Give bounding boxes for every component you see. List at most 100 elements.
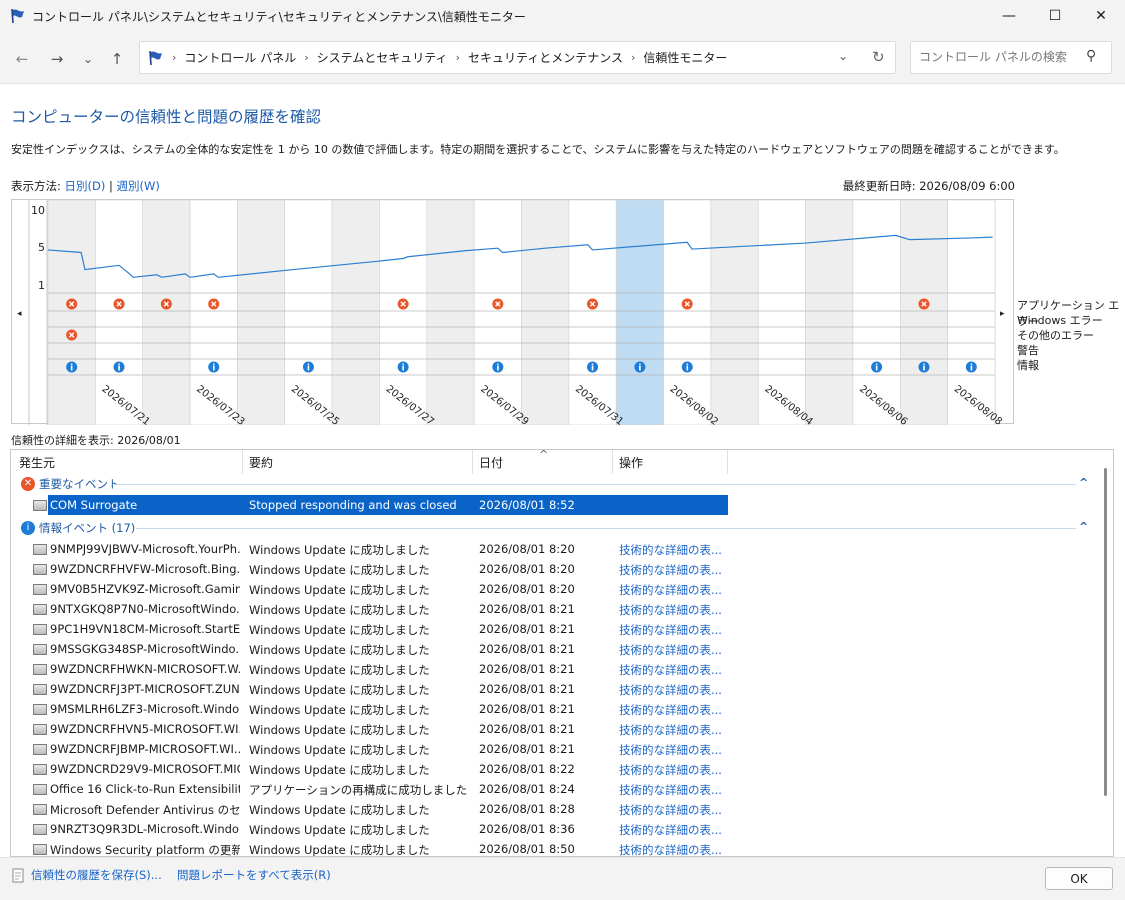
ok-button[interactable]: OK	[1045, 867, 1113, 890]
forward-button[interactable]: →	[46, 48, 68, 70]
column-summary[interactable]: 要約	[249, 454, 273, 471]
collapse-critical-icon[interactable]: ^	[1079, 476, 1088, 489]
table-row[interactable]: 9NTXGKQ8P7N0-MicrosoftWindo... Windows Up…	[31, 599, 1091, 619]
day-column[interactable]	[710, 200, 759, 425]
day-column[interactable]	[521, 200, 570, 425]
row-action[interactable]: 技術的な詳細の表...	[619, 742, 722, 758]
chevron-right-icon[interactable]: ›	[456, 51, 460, 64]
day-column[interactable]	[331, 200, 380, 425]
day-column[interactable]	[142, 200, 191, 425]
application-icon	[33, 784, 47, 795]
table-row[interactable]: 9WZDNCRFHWKN-MICROSOFT.W... Windows Updat…	[31, 659, 1091, 679]
event-list[interactable]: 発生元 要約 日付 ^ 操作 ✕ 重要なイベント ^ COM Surrogate…	[10, 449, 1114, 857]
chevron-right-icon[interactable]: ›	[172, 51, 176, 64]
legend-windows-errors: Windows エラー	[1017, 314, 1103, 327]
page-title: コンピューターの信頼性と問題の履歴を確認	[11, 108, 322, 126]
address-dropdown-icon[interactable]: ⌄	[838, 49, 848, 63]
recent-locations-button[interactable]: ⌄	[77, 48, 99, 70]
breadcrumb-system-security[interactable]: システムとセキュリティ	[317, 49, 448, 66]
critical-events-group[interactable]: ✕ 重要なイベント ^	[21, 474, 1096, 494]
row-action[interactable]: 技術的な詳細の表...	[619, 562, 722, 578]
view-weekly-link[interactable]: 週別(W)	[117, 179, 160, 193]
view-all-reports-link[interactable]: 問題レポートをすべて表示(R)	[177, 867, 331, 883]
table-row[interactable]: 9WZDNCRFJBMP-MICROSOFT.WI... Windows Upda…	[31, 739, 1091, 759]
svg-text:i: i	[118, 364, 121, 374]
table-row[interactable]: 9MV0B5HZVK9Z-Microsoft.Gamin... Windows U…	[31, 579, 1091, 599]
day-column[interactable]	[805, 200, 854, 425]
row-date: 2026/08/01 8:50	[479, 842, 575, 856]
sort-indicator: ^	[539, 449, 549, 461]
vertical-scrollbar[interactable]	[1104, 468, 1107, 796]
save-history-link[interactable]: 信頼性の履歴を保存(S)...	[31, 867, 162, 883]
column-date[interactable]: 日付	[479, 454, 503, 471]
row-source: 9WZDNCRFJBMP-MICROSOFT.WI...	[50, 742, 240, 756]
row-action[interactable]: 技術的な詳細の表...	[619, 662, 722, 678]
row-action[interactable]: 技術的な詳細の表...	[619, 822, 722, 838]
up-button[interactable]: ↑	[106, 48, 128, 70]
maximize-button[interactable]: ☐	[1032, 0, 1078, 32]
information-events-group[interactable]: i 情報イベント (17) ^	[21, 518, 1096, 538]
reliability-chart[interactable]: ◂ 10 5 1 ▸ iiiiiiiiiiii 2026/07/21 2026/0…	[11, 199, 1015, 425]
refresh-icon[interactable]: ↻	[872, 48, 885, 66]
table-row[interactable]: 9MSMLRH6LZF3-Microsoft.Windo... Windows U…	[31, 699, 1091, 719]
table-row[interactable]: 9WZDNCRD29V9-MICROSOFT.MIC... Windows Upd…	[31, 759, 1091, 779]
search-box[interactable]: ⚲	[910, 41, 1112, 74]
row-summary: Windows Update に成功しました	[249, 703, 430, 717]
day-column[interactable]	[426, 200, 475, 425]
day-column[interactable]	[47, 200, 96, 425]
breadcrumb-control-panel[interactable]: コントロール パネル	[184, 49, 296, 66]
minimize-button[interactable]: —	[986, 0, 1032, 32]
chevron-right-icon[interactable]: ›	[631, 51, 635, 64]
table-row[interactable]: 9MSSGKG348SP-MicrosoftWindo... Windows Up…	[31, 639, 1091, 659]
chevron-right-icon[interactable]: ›	[304, 51, 308, 64]
collapse-info-icon[interactable]: ^	[1079, 520, 1088, 533]
table-row[interactable]: Windows Security platform の更新... Windows …	[31, 839, 1091, 856]
address-bar[interactable]: › コントロール パネル › システムとセキュリティ › セキュリティとメンテナ…	[139, 41, 896, 74]
view-daily-link[interactable]: 日別(D)	[65, 179, 106, 193]
application-icon	[33, 684, 47, 695]
row-action[interactable]: 技術的な詳細の表...	[619, 762, 722, 778]
search-icon[interactable]: ⚲	[1086, 48, 1096, 64]
row-date: 2026/08/01 8:20	[479, 582, 575, 596]
row-action[interactable]: 技術的な詳細の表...	[619, 722, 722, 738]
row-date: 2026/08/01 8:21	[479, 602, 575, 616]
table-row[interactable]: 9WZDNCRFJ3PT-MICROSOFT.ZUN... Windows Upd…	[31, 679, 1091, 699]
table-row[interactable]: 9WZDNCRFHVFW-Microsoft.Bing... Windows Up…	[31, 559, 1091, 579]
day-column[interactable]	[237, 200, 286, 425]
search-input[interactable]	[919, 50, 1079, 64]
scroll-right-button[interactable]: ▸	[1000, 309, 1005, 319]
row-action[interactable]: 技術的な詳細の表...	[619, 782, 722, 798]
row-summary: Windows Update に成功しました	[249, 803, 430, 817]
table-row[interactable]: Office 16 Click-to-Run Extensibilit... アプ…	[31, 779, 1091, 799]
row-action[interactable]: 技術的な詳細の表...	[619, 842, 722, 856]
svg-text:i: i	[212, 364, 215, 374]
reliability-chart-svg[interactable]: ◂ 10 5 1 ▸ iiiiiiiiiiii 2026/07/21 2026/0…	[12, 200, 1015, 425]
table-row[interactable]: 9NMPJ99VJBWV-Microsoft.YourPh... Windows …	[31, 539, 1091, 559]
row-summary: Windows Update に成功しました	[249, 543, 430, 557]
row-action[interactable]: 技術的な詳細の表...	[619, 602, 722, 618]
row-action[interactable]: 技術的な詳細の表...	[619, 682, 722, 698]
table-row[interactable]: Microsoft Defender Antivirus のセ... Window…	[31, 799, 1091, 819]
table-row[interactable]: 9PC1H9VN18CM-Microsoft.StartE... Windows …	[31, 619, 1091, 639]
back-button[interactable]: ←	[11, 48, 33, 70]
close-button[interactable]: ✕	[1078, 0, 1124, 32]
breadcrumb-security-maintenance[interactable]: セキュリティとメンテナンス	[468, 49, 623, 66]
column-source[interactable]: 発生元	[19, 454, 55, 471]
application-icon	[33, 744, 47, 755]
table-row[interactable]: 9WZDNCRFHVN5-MICROSOFT.WI... Windows Upda…	[31, 719, 1091, 739]
row-action[interactable]: 技術的な詳細の表...	[619, 642, 722, 658]
breadcrumb-reliability-monitor[interactable]: 信頼性モニター	[643, 49, 727, 66]
row-action[interactable]: 技術的な詳細の表...	[619, 582, 722, 598]
row-action[interactable]: 技術的な詳細の表...	[619, 542, 722, 558]
legend-information: 情報	[1017, 359, 1039, 372]
row-action[interactable]: 技術的な詳細の表...	[619, 622, 722, 638]
row-action[interactable]: 技術的な詳細の表...	[619, 802, 722, 818]
row-action[interactable]: 技術的な詳細の表...	[619, 702, 722, 718]
table-row[interactable]: 9NRZT3Q9R3DL-Microsoft.Windo... Windows U…	[31, 819, 1091, 839]
day-column[interactable]	[615, 200, 664, 425]
table-row[interactable]: COM Surrogate Stopped responding and was …	[31, 495, 1091, 515]
column-action[interactable]: 操作	[619, 454, 643, 471]
day-column[interactable]	[899, 200, 948, 425]
scroll-left-button[interactable]: ◂	[17, 309, 22, 319]
application-icon	[33, 844, 47, 855]
